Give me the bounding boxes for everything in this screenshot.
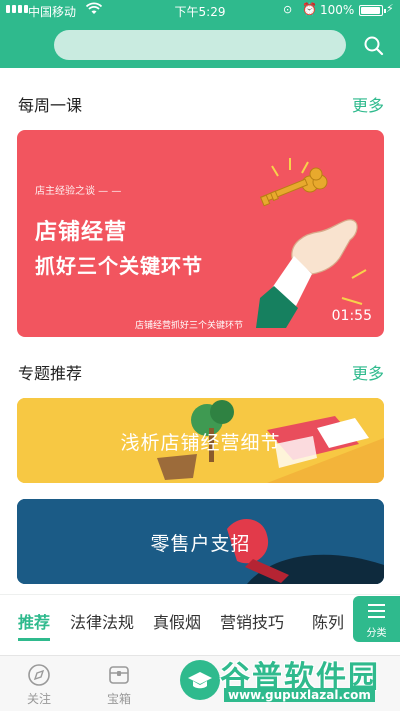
nav-label: 宝箱	[106, 692, 131, 706]
active-tab-indicator	[18, 638, 50, 641]
alarm-icon: ⏰	[302, 2, 317, 16]
menu-icon	[368, 604, 385, 618]
compass-icon	[28, 664, 50, 686]
watermark-url: www.gupuxlazal.com	[224, 688, 375, 702]
hand-key-illustration	[256, 158, 367, 328]
topics-section-title: 专题推荐	[18, 364, 83, 383]
lesson-title-line2: 抓好三个关键环节	[35, 254, 203, 278]
tab-recommend[interactable]: 推荐	[18, 609, 50, 633]
lesson-title-line1: 店铺经营	[35, 220, 128, 245]
lesson-duration: 01:55	[331, 308, 372, 324]
category-menu-button[interactable]: 分类	[353, 596, 400, 642]
weekly-more-link[interactable]: 更多	[352, 92, 384, 116]
tab-display[interactable]: 陈列	[312, 609, 344, 633]
tab-counterfeit[interactable]: 真假烟	[153, 609, 201, 633]
topics-more-link[interactable]: 更多	[352, 360, 384, 384]
site-watermark: 谷普软件园 www.gupuxlazal.com	[220, 652, 396, 708]
lesson-caption: 店铺经营抓好三个关键环节	[135, 321, 244, 331]
topic-title: 浅析店铺经营细节	[120, 432, 281, 454]
nav-label: 关注	[26, 692, 51, 706]
battery-percent: 100%	[320, 3, 355, 17]
search-icon[interactable]	[362, 34, 386, 58]
battery-icon	[359, 5, 386, 16]
box-icon	[109, 666, 129, 684]
topic-banner-store-details[interactable]: 浅析店铺经营细节	[17, 398, 384, 483]
weekly-lesson-card[interactable]: 店主经验之谈 — — 店铺经营 抓好三个关键环节 店铺经营抓好三个关键环节 01…	[17, 130, 384, 337]
topic-title: 零售户支招	[150, 533, 251, 555]
app-header: 中国移动 下午5:29 ⊙ ⏰ 100% ⚡	[0, 0, 400, 68]
lesson-tag: 店主经验之谈 — —	[35, 186, 122, 197]
nav-treasure-box[interactable]: 宝箱	[89, 662, 149, 707]
rotation-lock-icon: ⊙	[283, 3, 293, 16]
graduation-cap-icon	[180, 660, 220, 700]
topic-banner-retailer-tips[interactable]: 零售户支招	[17, 499, 384, 584]
charging-icon: ⚡	[386, 2, 394, 15]
weekly-section-title: 每周一课	[18, 96, 83, 115]
search-input[interactable]	[54, 30, 346, 60]
category-tab-bar: 推荐 法律法规 真假烟 营销技巧 陈列	[0, 594, 400, 641]
tab-marketing[interactable]: 营销技巧	[220, 609, 284, 633]
status-bar: 中国移动 下午5:29 ⊙ ⏰ 100% ⚡	[0, 0, 400, 22]
nav-follow[interactable]: 关注	[9, 662, 69, 707]
tab-law[interactable]: 法律法规	[70, 609, 134, 633]
category-menu-label: 分类	[366, 628, 387, 639]
